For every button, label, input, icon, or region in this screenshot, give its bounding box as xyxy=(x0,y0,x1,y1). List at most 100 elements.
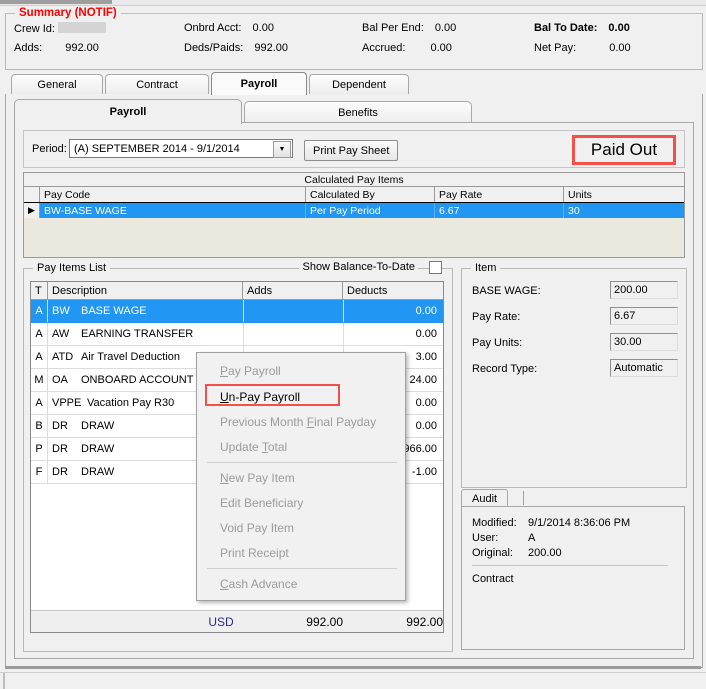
footer-adds-total: 992.00 xyxy=(306,614,343,629)
item-field-pay-units: Pay Units: 30.00 xyxy=(472,333,678,353)
summary-value: 992.00 xyxy=(65,42,99,54)
item-field-label: Pay Rate: xyxy=(472,311,521,323)
context-menu[interactable]: Pay Payroll Un-Pay Payroll Previous Mont… xyxy=(196,352,406,601)
period-select[interactable]: (A) SEPTEMBER 2014 - 9/1/2014 ▼ xyxy=(69,139,293,158)
tab-contract[interactable]: Contract xyxy=(105,74,209,94)
summary-label: Onbrd Acct: xyxy=(184,22,242,34)
summary-label: Adds: xyxy=(14,42,43,54)
table-row[interactable]: A BW BASE WAGE 0.00 xyxy=(31,300,443,323)
payroll-window: Summary (NOTIF) Crew Id: Onbrd Acct: 0.0… xyxy=(0,0,706,689)
tab-dependent[interactable]: Dependent xyxy=(309,74,409,94)
column-header-t[interactable]: T xyxy=(31,282,48,299)
cell-pay-code: BW-BASE WAGE xyxy=(40,203,306,218)
base-wage-field[interactable]: 200.00 xyxy=(610,281,678,299)
cell-type: A xyxy=(31,323,48,345)
inner-tab-label: Benefits xyxy=(338,106,378,119)
record-type-field[interactable]: Automatic xyxy=(610,359,678,377)
cell-type: A xyxy=(31,392,48,414)
cell-type: A xyxy=(31,300,48,322)
column-header-calculated-by[interactable]: Calculated By xyxy=(306,187,435,202)
cell-code: DR xyxy=(52,443,68,455)
row-marker-header xyxy=(24,187,40,202)
item-field-base-wage: BASE WAGE: 200.00 xyxy=(472,281,678,301)
period-bar: Period: (A) SEPTEMBER 2014 - 9/1/2014 ▼ … xyxy=(23,130,685,168)
pay-items-list-legend: Pay Items List xyxy=(33,262,111,274)
period-selected-value: (A) SEPTEMBER 2014 - 9/1/2014 xyxy=(74,142,240,155)
inner-tab-payroll[interactable]: Payroll xyxy=(14,99,242,124)
inner-tab-benefits[interactable]: Benefits xyxy=(244,101,472,123)
menu-item-un-pay-payroll[interactable]: Un-Pay Payroll xyxy=(198,385,406,409)
menu-item-label: Cash Advance xyxy=(220,577,298,591)
summary-label: Accrued: xyxy=(362,42,406,54)
status-badge-label: Paid Out xyxy=(590,140,658,159)
menu-item-update-total[interactable]: Update Total xyxy=(198,435,406,459)
top-tab-stub xyxy=(0,0,112,4)
column-header-deducts[interactable]: Deducts xyxy=(343,282,443,299)
tab-audit[interactable]: Audit xyxy=(461,489,509,507)
audit-value: A xyxy=(528,532,536,544)
cell-description: BASE WAGE xyxy=(81,305,147,317)
summary-group: Summary (NOTIF) Crew Id: Onbrd Acct: 0.0… xyxy=(5,7,703,70)
menu-item-previous-month-final-payday[interactable]: Previous Month Final Payday xyxy=(198,410,406,434)
cell-type: B xyxy=(31,415,48,437)
column-header-pay-rate[interactable]: Pay Rate xyxy=(435,187,564,202)
cell-code: DR xyxy=(52,466,68,478)
cell-code: VPPER xyxy=(52,397,81,409)
menu-item-void-pay-item[interactable]: Void Pay Item xyxy=(198,516,406,540)
summary-row-2: Adds: 992.00 Deds/Paids: 992.00 Accrued:… xyxy=(6,42,702,59)
period-label: Period: xyxy=(32,143,67,155)
summary-field-net-pay: Net Pay: 0.00 xyxy=(534,42,631,54)
summary-value: 0.00 xyxy=(609,42,631,54)
menu-item-label: Pay Payroll xyxy=(220,364,281,378)
audit-key: Original: xyxy=(472,547,513,559)
cell-code: AW xyxy=(52,328,70,340)
column-header-units[interactable]: Units xyxy=(564,187,684,202)
print-pay-sheet-button[interactable]: Print Pay Sheet xyxy=(304,140,399,161)
summary-field-adds: Adds: 992.00 xyxy=(14,42,99,54)
window-bottom-bar xyxy=(0,672,706,689)
summary-row-1: Crew Id: Onbrd Acct: 0.00 Bal Per End: 0… xyxy=(6,22,702,39)
menu-item-label: Print Receipt xyxy=(220,546,289,560)
table-row[interactable]: ▶ BW-BASE WAGE Per Pay Period 6.67 30 xyxy=(24,203,684,218)
cell-code: OA xyxy=(52,374,68,386)
audit-key: Modified: xyxy=(472,517,517,529)
chevron-down-icon[interactable]: ▼ xyxy=(273,141,291,158)
show-balance-to-date-label: Show Balance-To-Date xyxy=(299,261,418,273)
item-field-label: BASE WAGE: xyxy=(472,285,541,297)
audit-panel: Modified: 9/1/2014 8:36:06 PM User: A Or… xyxy=(461,506,685,650)
column-header-adds[interactable]: Adds xyxy=(243,282,343,299)
row-marker-icon: ▶ xyxy=(24,203,40,218)
cell-deducts: 0.00 xyxy=(343,300,443,322)
cell-deducts: 0.00 xyxy=(343,323,443,345)
audit-tab-strip: Audit xyxy=(461,489,685,507)
audit-footer-label: Contract xyxy=(472,573,514,585)
pay-rate-field[interactable]: 6.67 xyxy=(610,307,678,325)
menu-item-edit-beneficiary[interactable]: Edit Beneficiary xyxy=(198,491,406,515)
item-field-label: Pay Units: xyxy=(472,337,523,349)
column-header-description[interactable]: Description xyxy=(48,282,243,299)
cell-description: EARNING TRANSFER xyxy=(81,328,194,340)
tab-general[interactable]: General xyxy=(11,74,103,94)
summary-field-deds-paids: Deds/Paids: 992.00 xyxy=(184,42,288,54)
audit-value: 9/1/2014 8:36:06 PM xyxy=(528,517,631,529)
table-row[interactable]: A AW EARNING TRANSFER 0.00 xyxy=(31,323,443,346)
pay-units-field[interactable]: 30.00 xyxy=(610,333,678,351)
menu-item-pay-payroll[interactable]: Pay Payroll xyxy=(198,359,406,383)
menu-item-cash-advance[interactable]: Cash Advance xyxy=(198,572,406,596)
menu-item-print-receipt[interactable]: Print Receipt xyxy=(198,541,406,565)
menu-item-new-pay-item[interactable]: New Pay Item xyxy=(198,466,406,490)
summary-field-bal-to-date: Bal To Date: 0.00 xyxy=(534,22,630,34)
cell-pay-rate: 6.67 xyxy=(435,203,564,218)
summary-value: 992.00 xyxy=(254,42,289,54)
tab-payroll[interactable]: Payroll xyxy=(211,72,307,95)
tab-label: General xyxy=(37,78,77,91)
pay-items-header: T Description Adds Deducts xyxy=(31,282,443,300)
column-header-pay-code[interactable]: Pay Code xyxy=(40,187,306,202)
menu-item-label: Un-Pay Payroll xyxy=(220,390,301,404)
menu-item-label: Edit Beneficiary xyxy=(220,496,304,510)
summary-label: Deds/Paids: xyxy=(184,42,244,54)
audit-value: 200.00 xyxy=(528,547,562,559)
show-balance-to-date-checkbox[interactable] xyxy=(429,261,442,274)
footer-deducts-total: 992.00 xyxy=(406,614,443,629)
summary-value: 0.00 xyxy=(608,22,630,34)
